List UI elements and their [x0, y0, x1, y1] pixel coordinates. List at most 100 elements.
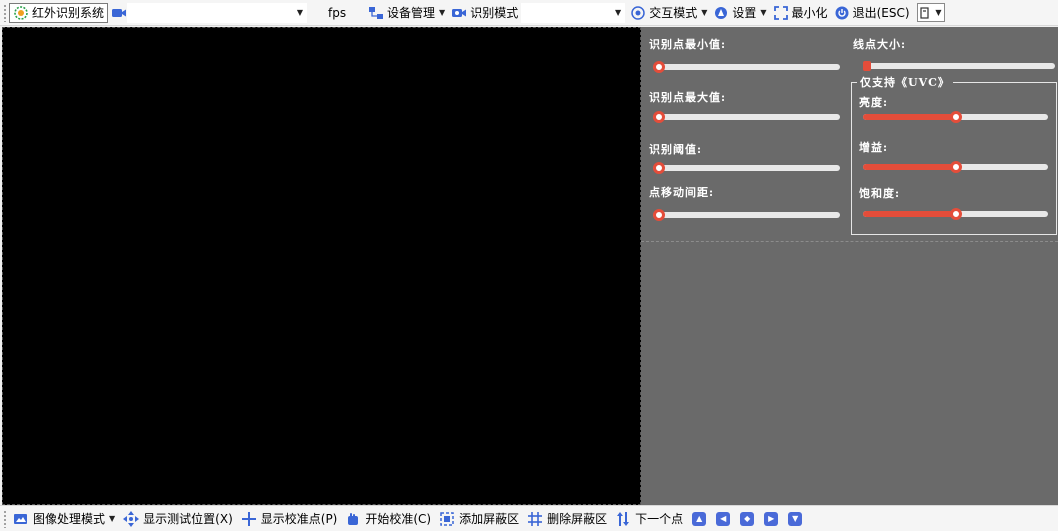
- chevron-down-icon: ▼: [935, 8, 942, 17]
- image-mode-menu[interactable]: 图像处理模式 ▼: [9, 508, 119, 530]
- slider-track: [653, 114, 840, 120]
- chevron-down-icon: ▼: [615, 8, 622, 17]
- minimize-button[interactable]: 最小化: [770, 2, 831, 24]
- slider-thumb[interactable]: [950, 161, 962, 173]
- app-title-box[interactable]: 红外识别系统: [9, 2, 109, 23]
- target-icon: [630, 5, 646, 21]
- window-icon: [919, 6, 930, 19]
- chevron-down-icon: ▼: [439, 8, 446, 17]
- settings-label: 设置: [732, 6, 757, 20]
- threshold-slider[interactable]: [653, 162, 840, 174]
- uvc-group-title: 仅支持《UVC》: [857, 74, 953, 90]
- slider-fill: [863, 164, 956, 170]
- camera-select[interactable]: ▼: [127, 2, 308, 23]
- slider-track: [653, 165, 840, 171]
- slider-thumb[interactable]: [653, 61, 665, 73]
- top-toolbar: 红外识别系统 ▼ fps 设备管理 ▼ 识别模式 ▼ 交互模式 ▼ 设置 ▼ 最…: [0, 0, 1058, 26]
- updown-arrow-icon: [615, 511, 631, 527]
- exit-label: 退出(ESC): [852, 6, 910, 20]
- image-icon: [13, 511, 29, 527]
- chevron-down-icon: ▼: [109, 514, 116, 523]
- interaction-mode-label: 交互模式: [649, 6, 698, 20]
- device-management-label: 设备管理: [387, 6, 436, 20]
- minimize-label: 最小化: [791, 6, 828, 20]
- chevron-down-icon: ▼: [701, 8, 708, 17]
- down-icon[interactable]: ▼: [788, 511, 803, 526]
- show-test-position-button[interactable]: 显示测试位置(X): [119, 508, 237, 530]
- start-calibration-label: 开始校准(C): [365, 512, 432, 526]
- move-distance-slider[interactable]: [653, 209, 840, 221]
- app-title: 红外识别系统: [32, 6, 105, 20]
- brightness-slider[interactable]: [863, 111, 1048, 123]
- toolbar-grip[interactable]: [3, 3, 7, 22]
- slider-fill: [863, 211, 956, 217]
- slider-thumb[interactable]: [950, 208, 962, 220]
- slider-thumb[interactable]: [653, 209, 665, 221]
- slider-thumb[interactable]: [653, 162, 665, 174]
- panel-divider: [641, 241, 1058, 242]
- line-size-slider[interactable]: [863, 60, 1055, 72]
- settings-panel: 识别点最小值: 识别点最大值: 识别阈值: 点移动间距: 线点大小: 仅支持《U…: [641, 27, 1058, 505]
- slider-track: [863, 63, 1055, 69]
- up-icon[interactable]: ▲: [692, 511, 707, 526]
- max-point-label: 识别点最大值:: [649, 91, 727, 104]
- window-select[interactable]: ▼: [916, 3, 945, 22]
- saturation-label: 饱和度:: [859, 187, 901, 200]
- brightness-label: 亮度:: [859, 96, 889, 109]
- bottom-toolbar: 图像处理模式 ▼ 显示测试位置(X) 显示校准点(P) 开始校准(C) 添加屏蔽…: [0, 505, 1058, 531]
- start-calibration-button[interactable]: 开始校准(C): [341, 508, 435, 530]
- slider-thumb[interactable]: [653, 111, 665, 123]
- saturation-slider[interactable]: [863, 208, 1048, 220]
- show-test-position-label: 显示测试位置(X): [143, 512, 233, 526]
- next-point-button[interactable]: 下一个点: [611, 508, 687, 530]
- recognition-mode-label: 识别模式: [470, 6, 519, 20]
- gain-slider[interactable]: [863, 161, 1048, 173]
- right-icon[interactable]: ▶: [764, 511, 779, 526]
- interaction-mode-menu[interactable]: 交互模式 ▼: [627, 2, 710, 24]
- slider-track: [653, 64, 840, 70]
- fps-display: fps: [325, 2, 361, 24]
- slider-fill: [863, 114, 956, 120]
- slider-thumb[interactable]: [950, 111, 962, 123]
- min-point-slider[interactable]: [653, 61, 840, 73]
- image-mode-label: 图像处理模式: [33, 512, 106, 526]
- grid-icon: [527, 511, 543, 527]
- recognition-mode-select[interactable]: ▼: [521, 2, 626, 23]
- min-point-label: 识别点最小值:: [649, 38, 727, 51]
- left-icon[interactable]: ◀: [716, 511, 731, 526]
- exit-button[interactable]: 退出(ESC): [831, 2, 913, 24]
- device-management-menu[interactable]: 设备管理 ▼: [365, 2, 448, 24]
- chevron-down-icon: ▼: [760, 8, 767, 17]
- gear-icon: [713, 5, 729, 21]
- slider-track: [653, 212, 840, 218]
- chevron-down-icon: ▼: [296, 8, 304, 17]
- fullscreen-icon: [773, 5, 789, 21]
- slider-thumb[interactable]: [863, 61, 871, 71]
- camera-icon: [111, 5, 127, 21]
- add-mask-area-button[interactable]: 添加屏蔽区: [435, 508, 523, 530]
- gain-label: 增益:: [859, 141, 889, 154]
- fps-label: fps: [328, 5, 347, 20]
- add-mask-area-label: 添加屏蔽区: [459, 512, 520, 526]
- move-icon: [123, 510, 140, 527]
- device-icon: [368, 5, 384, 21]
- delete-mask-area-button[interactable]: 删除屏蔽区: [523, 508, 611, 530]
- crosshair-icon: [241, 511, 257, 527]
- show-calibration-points-label: 显示校准点(P): [260, 512, 338, 526]
- threshold-label: 识别阈值:: [649, 143, 703, 156]
- line-size-label: 线点大小:: [853, 38, 907, 51]
- mask-add-icon: [439, 511, 455, 527]
- delete-mask-area-label: 删除屏蔽区: [547, 512, 608, 526]
- recog-camera-icon: [451, 5, 467, 21]
- logo-icon: [13, 5, 29, 21]
- show-calibration-points-button[interactable]: 显示校准点(P): [237, 508, 342, 530]
- hand-icon: [345, 511, 361, 527]
- settings-menu[interactable]: 设置 ▼: [710, 2, 769, 24]
- next-point-label: 下一个点: [635, 512, 684, 526]
- move-distance-label: 点移动间距:: [649, 186, 715, 199]
- max-point-slider[interactable]: [653, 111, 840, 123]
- toolbar-grip[interactable]: [3, 509, 7, 528]
- camera-preview[interactable]: [2, 27, 641, 505]
- recognition-mode-menu[interactable]: 识别模式: [448, 2, 521, 24]
- center-icon[interactable]: ◆: [740, 511, 755, 526]
